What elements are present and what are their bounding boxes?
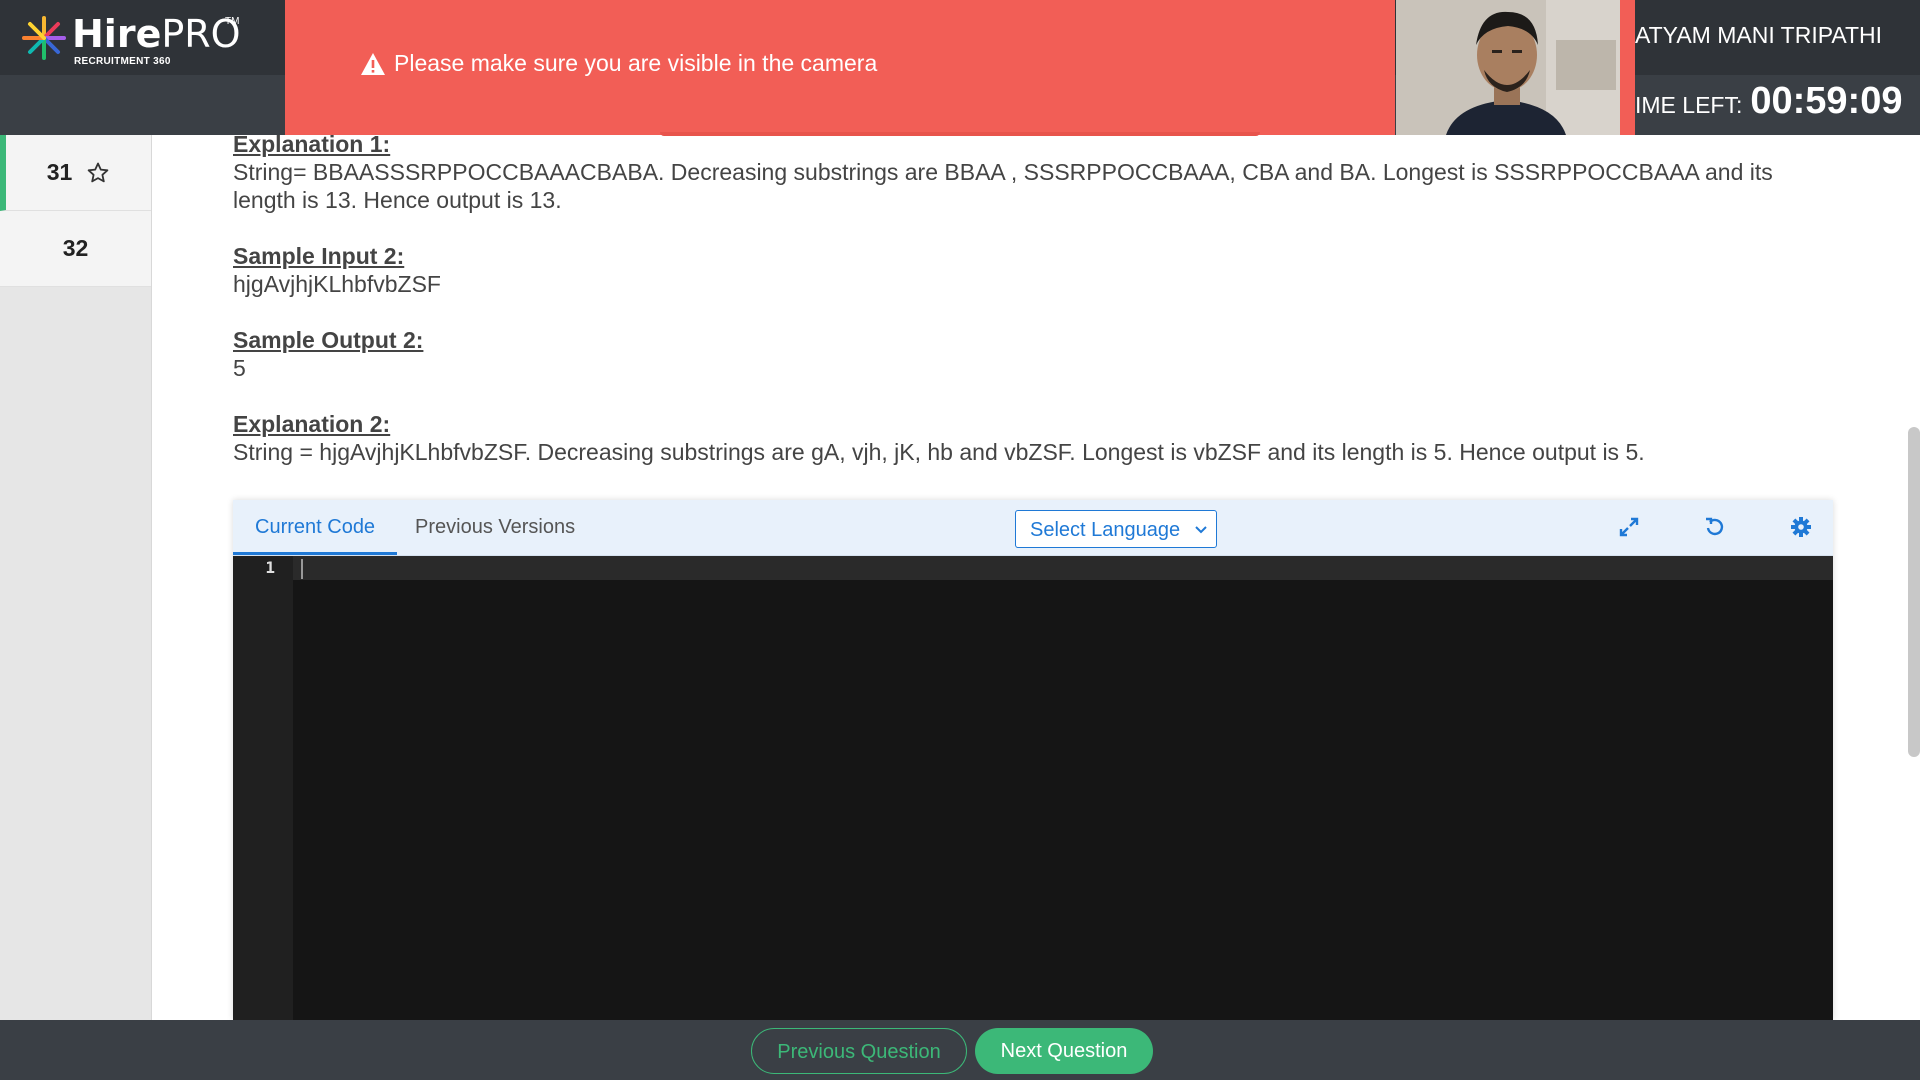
settings-icon[interactable]	[1788, 514, 1814, 540]
code-editor-panel: Current Code Previous Versions Select La…	[233, 500, 1833, 1020]
star-outline-icon[interactable]	[86, 161, 110, 185]
logo-burst-icon	[22, 16, 66, 60]
question-nav-31[interactable]: 31	[0, 135, 151, 211]
webcam-preview	[1396, 0, 1620, 135]
footer-nav: Previous Question Next Question	[0, 1020, 1920, 1080]
warning-icon	[361, 52, 385, 75]
explanation-1-line-2: length is 13. Hence output is 13.	[233, 187, 562, 213]
tab-current-code[interactable]: Current Code	[233, 500, 398, 555]
timer-value: 00:59:09	[1750, 80, 1903, 122]
question-number: 31	[46, 159, 73, 185]
explanation-2-text: String = hjgAvjhjKLhbfvbZSF. Decreasing …	[233, 439, 1645, 465]
timer-label: IME LEFT:	[1635, 92, 1743, 118]
camera-alert-banner: Please make sure you are visible in the …	[285, 0, 1395, 136]
logo-trademark: TM	[225, 16, 240, 27]
code-input-area[interactable]: 1	[233, 556, 1833, 1020]
question-sidebar: 31 32	[0, 135, 152, 1020]
question-number: 32	[62, 235, 89, 261]
top-header: HirePRO TM RECRUITMENT 360 Please make s…	[0, 0, 1920, 136]
line-number-gutter	[233, 556, 293, 1020]
alert-strip-right	[1620, 0, 1635, 135]
alert-message: Please make sure you are visible in the …	[360, 50, 877, 77]
sample-input-2-heading: Sample Input 2:	[233, 243, 405, 269]
active-line-highlight	[233, 556, 1833, 580]
question-content: Explanation 1: String= BBAASSSRPPOCCBAAA…	[233, 130, 1843, 466]
alert-text: Please make sure you are visible in the …	[394, 50, 878, 76]
text-cursor	[301, 559, 303, 579]
sample-input-2-value: hjgAvjhjKLhbfvbZSF	[233, 271, 441, 297]
previous-question-button[interactable]: Previous Question	[751, 1028, 967, 1074]
language-select-label: Select Language	[1030, 519, 1181, 541]
candidate-name: ATYAM MANI TRIPATHI	[1635, 22, 1883, 48]
sample-output-2-value: 5	[233, 355, 246, 381]
language-select[interactable]: Select Language	[1015, 510, 1217, 548]
explanation-1-heading: Explanation 1:	[233, 131, 391, 157]
logo-text: HirePRO	[72, 12, 241, 56]
sample-output-2-heading: Sample Output 2:	[233, 327, 424, 353]
next-question-button[interactable]: Next Question	[975, 1028, 1153, 1074]
webcam-person-image	[1396, 0, 1620, 135]
hirepro-logo: HirePRO TM RECRUITMENT 360	[20, 12, 260, 72]
editor-toolbar: Current Code Previous Versions Select La…	[233, 500, 1833, 556]
explanation-1-line-1: String= BBAASSSRPPOCCBAAACBABA. Decreasi…	[233, 159, 1773, 185]
page-scrollbar[interactable]	[1908, 427, 1920, 757]
question-nav-32[interactable]: 32	[0, 211, 151, 287]
explanation-2-heading: Explanation 2:	[233, 411, 391, 437]
tab-previous-versions[interactable]: Previous Versions	[393, 500, 597, 555]
expand-icon[interactable]	[1616, 514, 1642, 540]
timer: IME LEFT: 00:59:09	[1635, 80, 1902, 123]
logo-tagline: RECRUITMENT 360	[74, 56, 171, 67]
reset-icon[interactable]	[1702, 514, 1728, 540]
line-number: 1	[265, 558, 275, 577]
